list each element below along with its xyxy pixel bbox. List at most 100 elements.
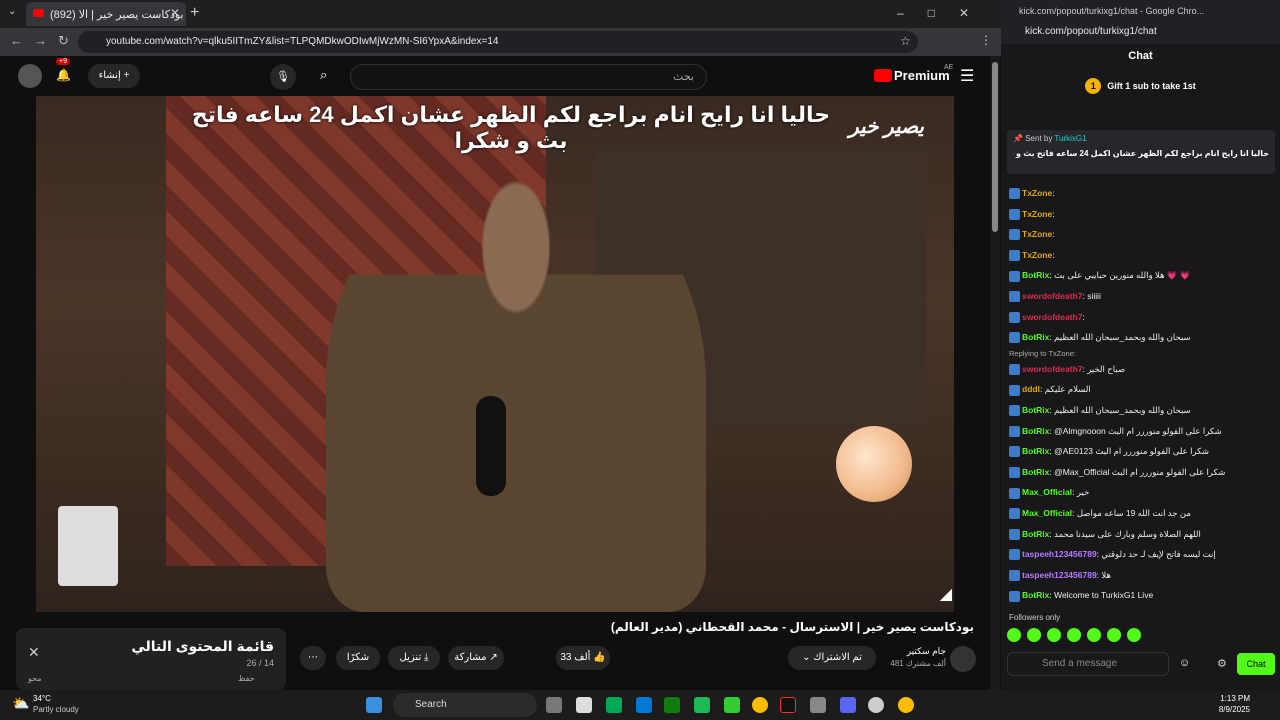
thanks-button[interactable]: شكرًا [336,646,380,670]
page-scrollbar[interactable] [990,56,1000,690]
channel-watermark-icon[interactable]: ◢ [940,584,952,604]
chat-username[interactable]: swordofdeath7 [1022,312,1082,322]
like-button[interactable]: 33 ألف 👍 [556,646,610,670]
emoji-icon[interactable]: ☺ [1179,657,1190,669]
emote-icon[interactable] [1067,628,1081,642]
window-controls[interactable]: –□✕ [897,6,993,20]
create-button[interactable]: إنشاء + [88,64,140,88]
chat-username[interactable]: BotRix [1022,332,1049,342]
chat-username[interactable]: BotRix [1022,270,1049,280]
chat-message[interactable]: BotRix: @Almgnooon شكرا على الفولو منورر… [1009,421,1275,442]
chat-username[interactable]: TxZone [1022,209,1052,219]
chat-message[interactable]: BotRix: اللهم الصلاة وسلم وبارك على سيدن… [1009,524,1275,545]
chat-username[interactable]: taspeeh123456789 [1022,549,1097,559]
chat-username[interactable]: swordofdeath7 [1022,291,1082,301]
chat-message[interactable]: BotRix: سبحان والله وبحمد_سبحان الله الع… [1009,400,1275,421]
chat-username[interactable]: BotRix [1022,590,1049,600]
minecraft-icon[interactable] [724,697,740,713]
emote-icon[interactable] [1047,628,1061,642]
chat-input[interactable]: Send a message [1007,652,1169,676]
search-input[interactable]: بحث [350,64,707,90]
youtube-logo-icon[interactable] [874,69,892,82]
chrome-icon[interactable] [898,697,914,713]
subscribed-button[interactable]: ⌄ تم الاشتراك [788,646,876,670]
chat-username[interactable]: dddl [1022,384,1040,394]
tiktok-icon[interactable] [780,697,796,713]
chat-username[interactable]: TxZone [1022,250,1052,260]
app-icon[interactable] [694,697,710,713]
chat-message[interactable]: BotRix: Welcome to TurkixG1 Live [1009,585,1275,606]
xbox-icon[interactable] [664,697,680,713]
chat-username[interactable]: TxZone [1022,229,1052,239]
chat-username[interactable]: taspeeh123456789 [1022,570,1097,580]
chat-message[interactable]: BotRix: سبحان والله وبحمد_سبحان الله الع… [1009,327,1275,348]
close-tab-icon[interactable]: ✕ [170,6,180,20]
channel-name[interactable]: جام سكتير [890,646,946,657]
chat-username[interactable]: TxZone [1022,188,1052,198]
pinned-message[interactable]: 📌 Sent by TurkixG1 حاليا انا رايح انام ب… [1007,130,1275,174]
chat-message[interactable]: BotRix: @Max_Official شكرا على الفولو من… [1009,462,1275,483]
chat-message[interactable]: TxZone: [1009,245,1275,266]
bookmark-star-icon[interactable]: ☆ [900,34,911,48]
share-button[interactable]: مشاركة ↗ [448,646,504,670]
reload-icon[interactable]: ↻ [58,33,69,49]
kick-url-bar[interactable]: kick.com/popout/turkixg1/chat [1001,22,1280,44]
chat-message[interactable]: dddl: السلام عليكم [1009,379,1275,400]
video-player[interactable]: حاليا انا رايح انام براجع لكم الظهر عشان… [36,96,954,612]
chrome-icon[interactable] [752,697,768,713]
chat-message[interactable]: swordofdeath7: صباح الخير [1009,359,1275,380]
chat-message[interactable]: taspeeh123456789: هلا [1009,565,1275,586]
emote-bar[interactable] [1007,628,1277,646]
task-view-icon[interactable] [546,697,562,713]
scrollbar-thumb[interactable] [992,62,998,232]
emote-icon[interactable] [1107,628,1121,642]
app-icon[interactable] [810,697,826,713]
emote-icon[interactable] [1007,628,1021,642]
url-field[interactable]: youtube.com/watch?v=qlku5IITmZY&list=TLP… [78,31,918,53]
chat-message[interactable]: TxZone: [1009,183,1275,204]
chat-message[interactable]: swordofdeath7: [1009,307,1275,328]
tab-list-icon[interactable]: ⌄ [8,6,16,17]
voice-search-icon[interactable]: 🎙 [270,64,296,90]
app-icon[interactable] [868,697,884,713]
file-icon[interactable] [576,697,592,713]
chat-message[interactable]: BotRix: هلا والله منورين حبايبي على بث 💗… [1009,265,1275,286]
new-tab-button[interactable]: + [190,4,199,22]
settings-gear-icon[interactable]: ⚙ [1217,657,1227,670]
avatar[interactable] [18,64,42,88]
playlist-save[interactable]: حفظ [238,674,255,683]
pinned-user[interactable]: TurkixG1 [1054,134,1086,143]
chat-message[interactable]: taspeeh123456789: إنت ليسه فاتح لإيف لـ … [1009,544,1275,565]
start-icon[interactable] [366,697,382,713]
chat-username[interactable]: Max_Official [1022,487,1072,497]
download-button[interactable]: تنزيل ⤓ [388,646,440,670]
discord-icon[interactable] [840,697,856,713]
back-icon[interactable]: ← [10,33,23,48]
browser-tab[interactable]: (892) بودكاست يصير خير | الا ✕ [26,2,186,26]
chat-username[interactable]: BotRix [1022,467,1049,477]
chat-message[interactable]: Max_Official: من جد انت الله 19 ساعه موا… [1009,503,1275,524]
forward-icon[interactable]: → [34,33,47,48]
emote-icon[interactable] [1027,628,1041,642]
chat-message[interactable]: BotRix: @AE0123 شكرا على الفولو منوررر ا… [1009,441,1275,462]
channel-avatar[interactable] [950,646,976,672]
close-playlist-icon[interactable]: ✕ [28,644,40,661]
chat-message[interactable]: swordofdeath7: siiiii [1009,286,1275,307]
chat-username[interactable]: Max_Official [1022,508,1072,518]
menu-dots-icon[interactable]: ⋮ [980,33,992,47]
notifications-icon[interactable]: 🔔 [56,68,71,82]
chat-username[interactable]: swordofdeath7 [1022,364,1082,374]
chat-username[interactable]: BotRix [1022,529,1049,539]
chat-username[interactable]: BotRix [1022,405,1049,415]
chat-username[interactable]: BotRix [1022,446,1049,456]
chat-username[interactable]: BotRix [1022,426,1049,436]
youtube-premium-logo[interactable]: Premium [894,68,950,83]
app-icon[interactable] [606,697,622,713]
hamburger-icon[interactable]: ☰ [960,66,974,86]
emote-icon[interactable] [1127,628,1141,642]
more-actions-button[interactable]: ⋯ [300,646,326,670]
gift-banner[interactable]: 1 Gift 1 sub to take 1st [1001,78,1280,94]
app-icon[interactable] [636,697,652,713]
emote-icon[interactable] [1087,628,1101,642]
weather-icon[interactable]: ⛅ [12,695,29,712]
